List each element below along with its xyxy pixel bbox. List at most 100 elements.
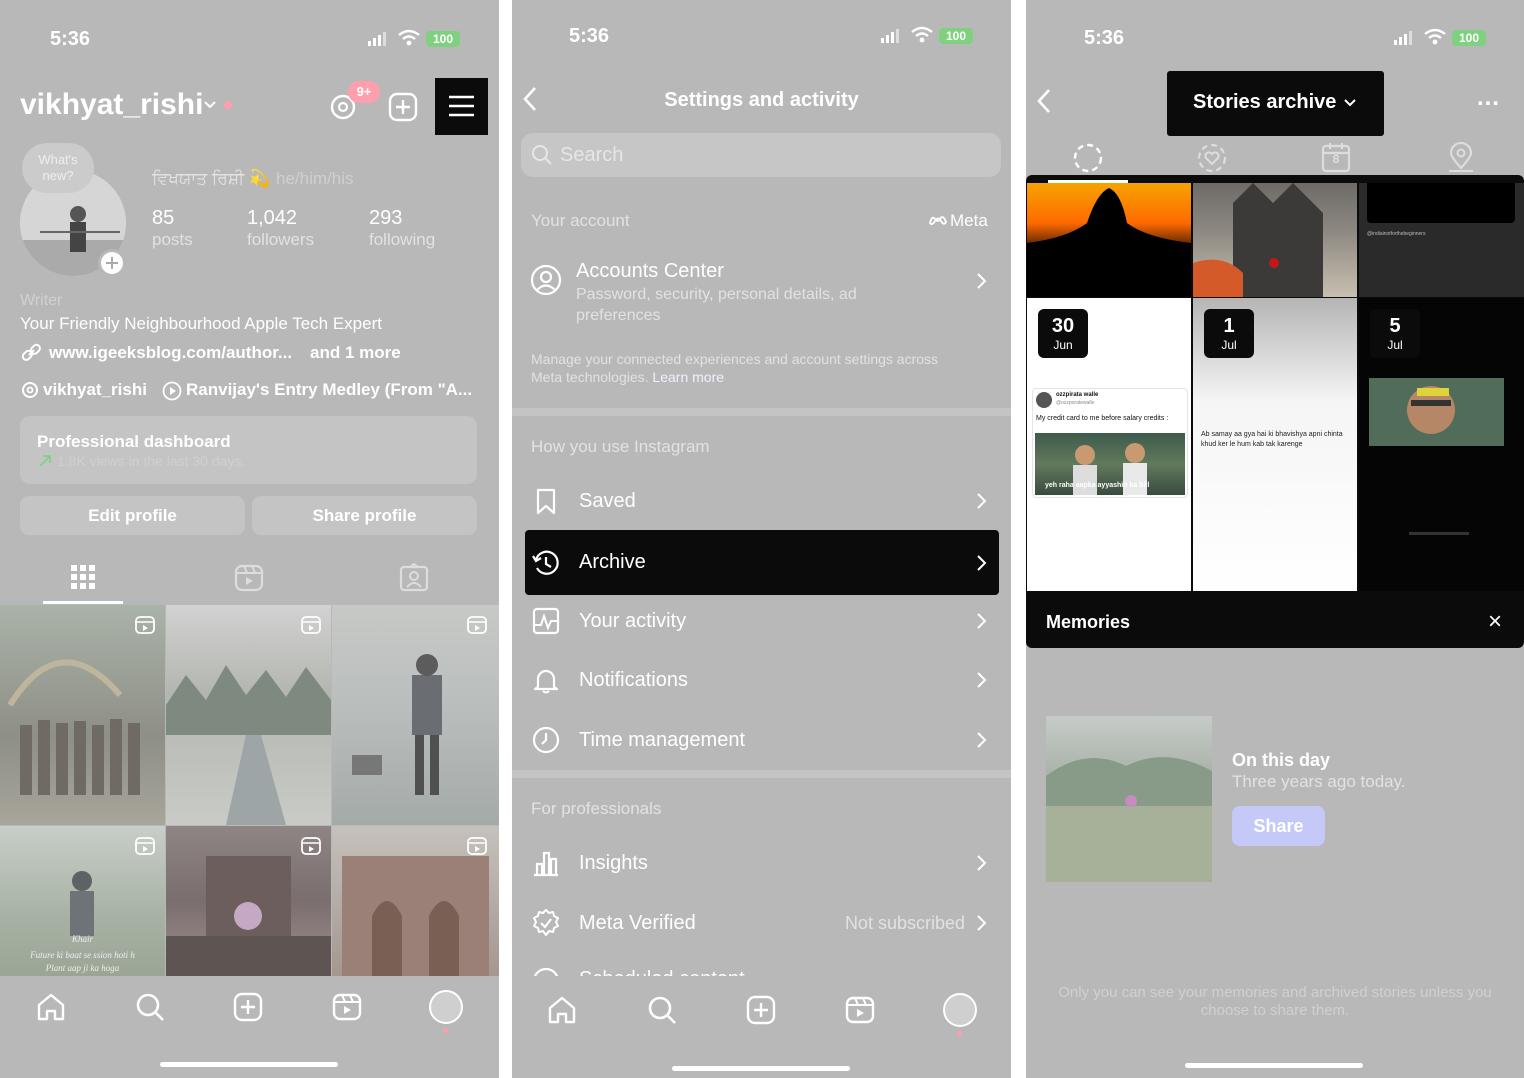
new-post-icon[interactable] — [387, 91, 419, 123]
reel-badge-icon — [301, 615, 321, 635]
menu-button[interactable] — [435, 78, 488, 135]
post-thumbnail[interactable] — [166, 605, 331, 825]
settings-item-label: Scheduled content — [579, 968, 999, 976]
settings-item-label: Notifications — [579, 668, 688, 691]
manage-text-body: Manage your connected experiences and ac… — [531, 351, 939, 385]
note-bubble[interactable]: What's new? — [22, 143, 94, 193]
search-icon[interactable] — [134, 991, 166, 1023]
dashboard-sub: 1.8K views in the last 30 days. — [57, 453, 246, 469]
on-this-day-title: On this day — [1232, 750, 1331, 770]
search-icon[interactable] — [646, 994, 678, 1026]
reel-badge-icon — [467, 836, 487, 856]
reels-nav-icon[interactable] — [844, 994, 876, 1026]
chevron-right-icon — [977, 855, 987, 871]
tab-map[interactable] — [1446, 141, 1476, 173]
date-badge-month: Jul — [1221, 338, 1237, 352]
settings-item-label: Saved — [579, 489, 636, 512]
story-thumbnail[interactable]: @indiainotforthebeginners — [1359, 183, 1524, 297]
threads-handle[interactable]: vikhyat_rishi — [43, 380, 147, 400]
search-input[interactable]: Search — [521, 133, 1001, 177]
section-for-professionals: For professionals — [531, 799, 662, 818]
plus-icon — [101, 252, 123, 274]
close-icon[interactable]: × — [1488, 608, 1502, 636]
settings-screen: 5:36 100 Settings and activity Search Yo… — [512, 0, 1011, 1078]
clock-icon — [533, 967, 559, 976]
create-icon[interactable] — [232, 991, 264, 1023]
profile-link-more[interactable]: and 1 more — [310, 343, 401, 363]
home-icon[interactable] — [546, 994, 578, 1026]
professional-dashboard[interactable]: Professional dashboard 1.8K views in the… — [20, 416, 477, 484]
section-divider — [512, 408, 1011, 416]
settings-item-label: Insights — [579, 851, 648, 874]
reel-badge-icon — [301, 836, 321, 856]
clock-icon — [532, 726, 560, 754]
tweet-handle: @ozzporatewalle — [1056, 400, 1095, 406]
verified-badge-icon — [533, 909, 559, 936]
reels-nav-icon[interactable] — [331, 991, 363, 1023]
memory-thumbnail[interactable] — [1046, 716, 1212, 882]
dashed-circle-icon — [1073, 143, 1103, 173]
add-story-button[interactable] — [98, 249, 126, 277]
create-icon[interactable] — [745, 994, 777, 1026]
tab-active-indicator — [43, 601, 123, 604]
edit-profile-button[interactable]: Edit profile — [20, 496, 245, 535]
profile-music[interactable]: Ranvijay's Entry Medley (From "A... — [186, 380, 472, 400]
tab-highlights[interactable] — [1196, 142, 1228, 174]
settings-item-insights[interactable]: Insights — [525, 833, 999, 893]
bell-icon — [533, 669, 559, 694]
home-icon[interactable] — [35, 991, 67, 1023]
story-image-block — [1367, 183, 1515, 223]
signal-icon — [881, 29, 899, 43]
settings-item-notifications[interactable]: Notifications — [525, 650, 999, 710]
tab-tagged[interactable] — [399, 563, 429, 593]
stat-following[interactable]: 293 following — [369, 207, 435, 250]
account-circle-icon — [530, 264, 562, 296]
meme-caption: yeh raha aapka ayyashio ka bill — [1045, 482, 1150, 489]
profile-avatar-nav[interactable] — [429, 990, 463, 1024]
settings-item-scheduled-content[interactable]: Scheduled content — [525, 952, 999, 976]
story-thumbnail[interactable] — [1193, 183, 1357, 297]
activity-icon — [532, 607, 560, 635]
settings-item-meta-verified[interactable]: Meta Verified Not subscribed — [525, 893, 999, 953]
archive-title: Stories archive — [1193, 91, 1337, 113]
search-placeholder: Search — [560, 144, 624, 166]
stat-posts[interactable]: 85 posts — [152, 207, 193, 250]
profile-username[interactable]: vikhyat_rishi — [20, 88, 203, 122]
accounts-center-row[interactable]: Accounts Center Password, security, pers… — [525, 254, 999, 328]
settings-item-your-activity[interactable]: Your activity — [525, 591, 999, 651]
share-memory-button[interactable]: Share — [1232, 806, 1325, 846]
settings-item-time-management[interactable]: Time management — [525, 710, 999, 770]
status-time: 5:36 — [569, 25, 610, 47]
post-thumbnail[interactable] — [332, 605, 499, 825]
date-badge: 1 Jul — [1204, 309, 1254, 358]
post-caption: Future ki baat se ssion hoti h — [30, 950, 135, 960]
tab-grid[interactable] — [69, 563, 97, 591]
learn-more-link[interactable]: Learn more — [652, 369, 724, 385]
tab-calendar[interactable]: 8 — [1321, 141, 1351, 173]
privacy-footer-note: Only you can see your memories and archi… — [1058, 984, 1492, 1019]
wifi-icon — [398, 29, 420, 47]
date-badge: 5 Jul — [1370, 309, 1420, 358]
back-button[interactable] — [1036, 88, 1052, 114]
story-thumbnail[interactable] — [1027, 183, 1191, 297]
tweet-name: ozzpirata walle — [1056, 392, 1099, 398]
tab-stories-archive[interactable] — [1072, 142, 1104, 174]
settings-item-archive[interactable]: Archive — [525, 530, 999, 595]
stat-label: following — [369, 230, 436, 249]
post-thumbnail[interactable] — [0, 605, 165, 825]
years-ago-text: Three years ago today. — [1232, 772, 1406, 791]
hamburger-icon — [449, 95, 474, 117]
notification-dot — [224, 101, 232, 109]
post-caption-top: Khair — [71, 934, 93, 944]
chevron-down-icon[interactable] — [203, 100, 217, 110]
archive-type-dropdown[interactable]: Stories archive — [1167, 71, 1384, 136]
profile-avatar-nav[interactable] — [943, 993, 977, 1027]
more-options-icon[interactable]: … — [1476, 84, 1500, 112]
notification-dot — [443, 1028, 448, 1033]
tweet-avatar — [1036, 392, 1052, 408]
tab-reels[interactable] — [234, 563, 264, 593]
share-profile-button[interactable]: Share profile — [252, 496, 477, 535]
profile-link[interactable]: www.igeeksblog.com/author... — [49, 343, 292, 363]
settings-item-saved[interactable]: Saved — [525, 471, 999, 531]
stat-followers[interactable]: 1,042 followers — [247, 207, 314, 250]
